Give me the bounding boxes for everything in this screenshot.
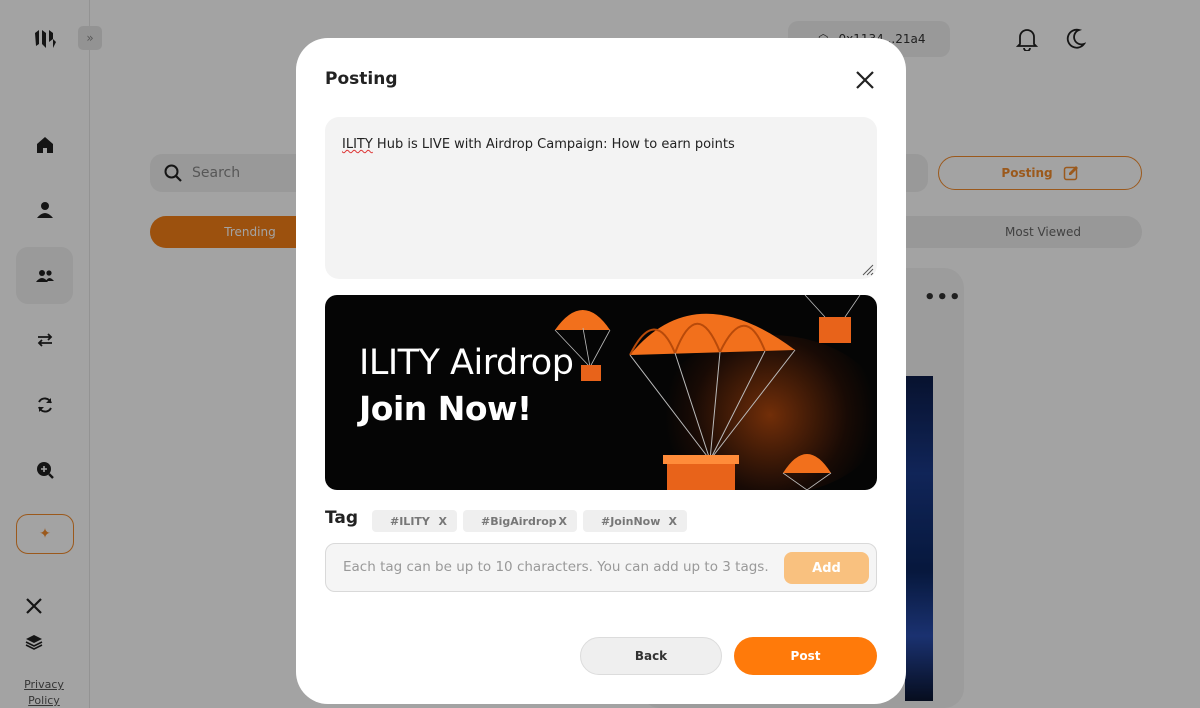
tag-text: #ILITY — [390, 514, 430, 528]
post-text-input[interactable]: ILITY Hub is LIVE with Airdrop Campaign:… — [325, 117, 877, 279]
tag-chip: #BigAirdrop X — [463, 510, 577, 532]
tag-chip: #JoinNow X — [583, 510, 687, 532]
posting-modal: Posting ILITY Hub is LIVE with Airdrop C… — [296, 38, 906, 704]
tag-text: #JoinNow — [601, 514, 661, 528]
tag-remove-button[interactable]: X — [669, 515, 677, 528]
post-text-prefix: ILITY — [342, 137, 373, 152]
tag-remove-button[interactable]: X — [439, 515, 447, 528]
tag-text: #BigAirdrop — [481, 514, 557, 528]
resize-handle-icon[interactable] — [862, 264, 874, 276]
modal-title: Posting — [325, 69, 398, 89]
tag-input[interactable]: Each tag can be up to 10 characters. You… — [325, 543, 877, 592]
tag-chip: #ILITY X — [372, 510, 457, 532]
post-banner-image: ILITY Airdrop Join Now! — [325, 295, 877, 490]
tag-label: Tag — [325, 508, 359, 528]
banner-subtitle: Join Now! — [359, 389, 532, 428]
back-button[interactable]: Back — [580, 637, 722, 675]
tag-input-placeholder: Each tag can be up to 10 characters. You… — [343, 559, 769, 575]
add-tag-button[interactable]: Add — [784, 552, 869, 584]
close-icon[interactable] — [854, 69, 876, 91]
tag-remove-button[interactable]: X — [559, 515, 567, 528]
post-button[interactable]: Post — [734, 637, 877, 675]
post-text: Hub is LIVE with Airdrop Campaign: How t… — [372, 137, 735, 152]
banner-title: ILITY Airdrop — [359, 343, 574, 383]
